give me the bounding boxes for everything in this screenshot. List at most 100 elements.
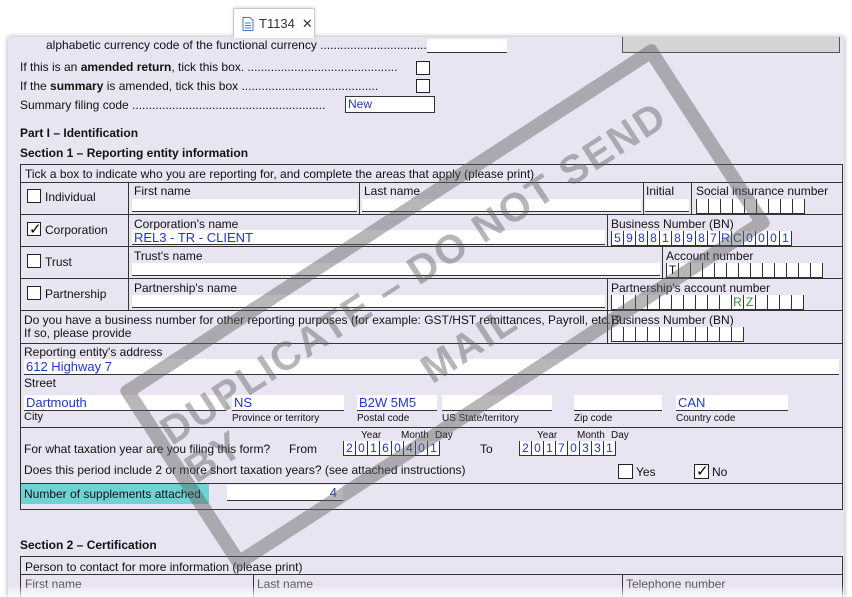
digit-box: 2 — [343, 441, 355, 455]
filing-code-label: Summary filing code ....................… — [20, 98, 326, 112]
other-bn-question2: If so, please provide — [24, 326, 132, 340]
first-name-field[interactable] — [132, 199, 357, 212]
digit-box: 1 — [543, 441, 555, 455]
section2-title: Section 2 – Certification — [20, 538, 157, 552]
trust-account-label: Account number — [666, 249, 754, 263]
trust-name-field[interactable] — [132, 263, 660, 276]
province-label: Province or territory — [232, 413, 320, 424]
corporation-name-label: Corporation's name — [134, 217, 239, 231]
supplements-label: Number of supplements attached — [24, 487, 201, 501]
bottom-fade — [8, 585, 844, 597]
street-label: Street — [24, 376, 57, 390]
amended-return-label: If this is an amended return, tick this … — [20, 60, 398, 74]
check-mark-icon: ✓ — [696, 463, 709, 480]
country-label: Country code — [676, 413, 736, 424]
digit-box: 3 — [591, 441, 603, 455]
digit-box: 8 — [635, 231, 647, 245]
digit-box-end — [615, 441, 616, 455]
digit-box: 3 — [579, 441, 591, 455]
digit-box: 5 — [611, 231, 623, 245]
digit-box: 2 — [519, 441, 531, 455]
digit-box: 7 — [707, 231, 719, 245]
street-field[interactable]: 612 Highway 7 — [24, 359, 839, 375]
short-years-yes-label: Yes — [636, 465, 656, 479]
digit-box: 0 — [743, 231, 755, 245]
state-field[interactable] — [442, 395, 552, 411]
document-tab[interactable]: T1134 ✕ — [233, 8, 315, 38]
partnership-name-label: Partnership's name — [134, 281, 238, 295]
from-day-label: Day — [435, 430, 453, 441]
other-bn-question: Do you have a business number for other … — [24, 313, 622, 327]
currency-field[interactable] — [427, 39, 507, 53]
to-day-label: Day — [611, 430, 629, 441]
address-label: Reporting entity's address — [24, 345, 163, 359]
postal-label: Postal code — [357, 413, 410, 424]
zip-field[interactable] — [574, 395, 662, 411]
digit-box — [635, 295, 647, 309]
corporation-name-field[interactable]: REL3 - TR - CLIENT — [132, 230, 605, 245]
digit-box: 0 — [767, 231, 779, 245]
trust-label: Trust — [45, 255, 72, 269]
country-field[interactable]: CAN — [676, 395, 788, 411]
amended-return-checkbox[interactable] — [416, 61, 430, 75]
digit-box: 6 — [379, 441, 391, 455]
digit-box-end — [439, 441, 440, 455]
corporation-checkbox[interactable]: ✓ — [27, 221, 42, 238]
trust-checkbox[interactable] — [27, 254, 41, 268]
part1-title: Part I – Identification — [20, 126, 139, 140]
close-icon[interactable]: ✕ — [302, 16, 313, 32]
city-field[interactable]: Dartmouth — [24, 395, 226, 411]
digit-box: 9 — [623, 231, 635, 245]
digit-box: R — [731, 295, 743, 309]
trust-account-field[interactable]: T — [666, 263, 823, 278]
summary-amended-checkbox[interactable] — [416, 79, 430, 93]
partnership-name-field[interactable] — [132, 295, 605, 308]
short-years-question: Does this period include 2 or more short… — [24, 463, 466, 477]
supplements-field[interactable]: 4 — [227, 485, 343, 501]
form-page: alphabetic currency code of the function… — [8, 37, 844, 597]
digit-box: 0 — [755, 231, 767, 245]
section1-instructions: Tick a box to indicate who you are repor… — [25, 167, 535, 181]
last-name-label: Last name — [364, 184, 421, 198]
individual-checkbox[interactable] — [27, 189, 41, 203]
to-date-field[interactable]: 20170331 — [519, 441, 616, 456]
digit-box: 1 — [367, 441, 379, 455]
digit-box — [671, 295, 683, 309]
initial-field[interactable] — [645, 199, 689, 212]
partnership-checkbox[interactable] — [27, 286, 41, 300]
postal-field[interactable]: B2W 5M5 — [357, 395, 437, 411]
from-date-field[interactable]: 20160401 — [343, 441, 440, 456]
currency-label: alphabetic currency code of the function… — [46, 38, 447, 52]
from-month-label: Month — [401, 430, 429, 441]
digit-box: 1 — [659, 231, 671, 245]
filing-code-field[interactable]: New — [345, 96, 435, 113]
corporation-label: Corporation — [45, 223, 108, 237]
digit-box: 9 — [683, 231, 695, 245]
last-name-field[interactable] — [362, 199, 641, 212]
from-label: From — [289, 442, 317, 456]
short-years-no-label: No — [712, 465, 728, 479]
partnership-account-label: Partnership's account number — [611, 281, 771, 295]
sin-field[interactable] — [696, 199, 805, 214]
digit-box — [683, 295, 695, 309]
taxyear-question: For what taxation year are you filing th… — [24, 442, 271, 456]
digit-box — [647, 295, 659, 309]
province-field[interactable]: NS — [232, 395, 344, 411]
digit-box: R — [719, 231, 731, 245]
digit-box: 0 — [567, 441, 579, 455]
corporation-bn-field[interactable]: 598818987RC0001 — [611, 231, 792, 246]
digit-box — [707, 295, 719, 309]
to-year-label: Year — [537, 430, 558, 441]
digit-box — [611, 295, 623, 309]
digit-box: 1 — [603, 441, 615, 455]
digit-box: 0 — [391, 441, 403, 455]
trust-name-label: Trust's name — [134, 249, 203, 263]
other-bn-field[interactable] — [611, 327, 744, 342]
short-years-no-checkbox[interactable]: ✓ — [694, 463, 709, 480]
short-years-yes-checkbox[interactable] — [618, 464, 633, 479]
partnership-account-field[interactable]: RZ — [611, 295, 804, 310]
initial-label: Initial — [646, 184, 675, 198]
to-label: To — [480, 442, 493, 456]
digit-box — [659, 295, 671, 309]
to-month-label: Month — [577, 430, 605, 441]
